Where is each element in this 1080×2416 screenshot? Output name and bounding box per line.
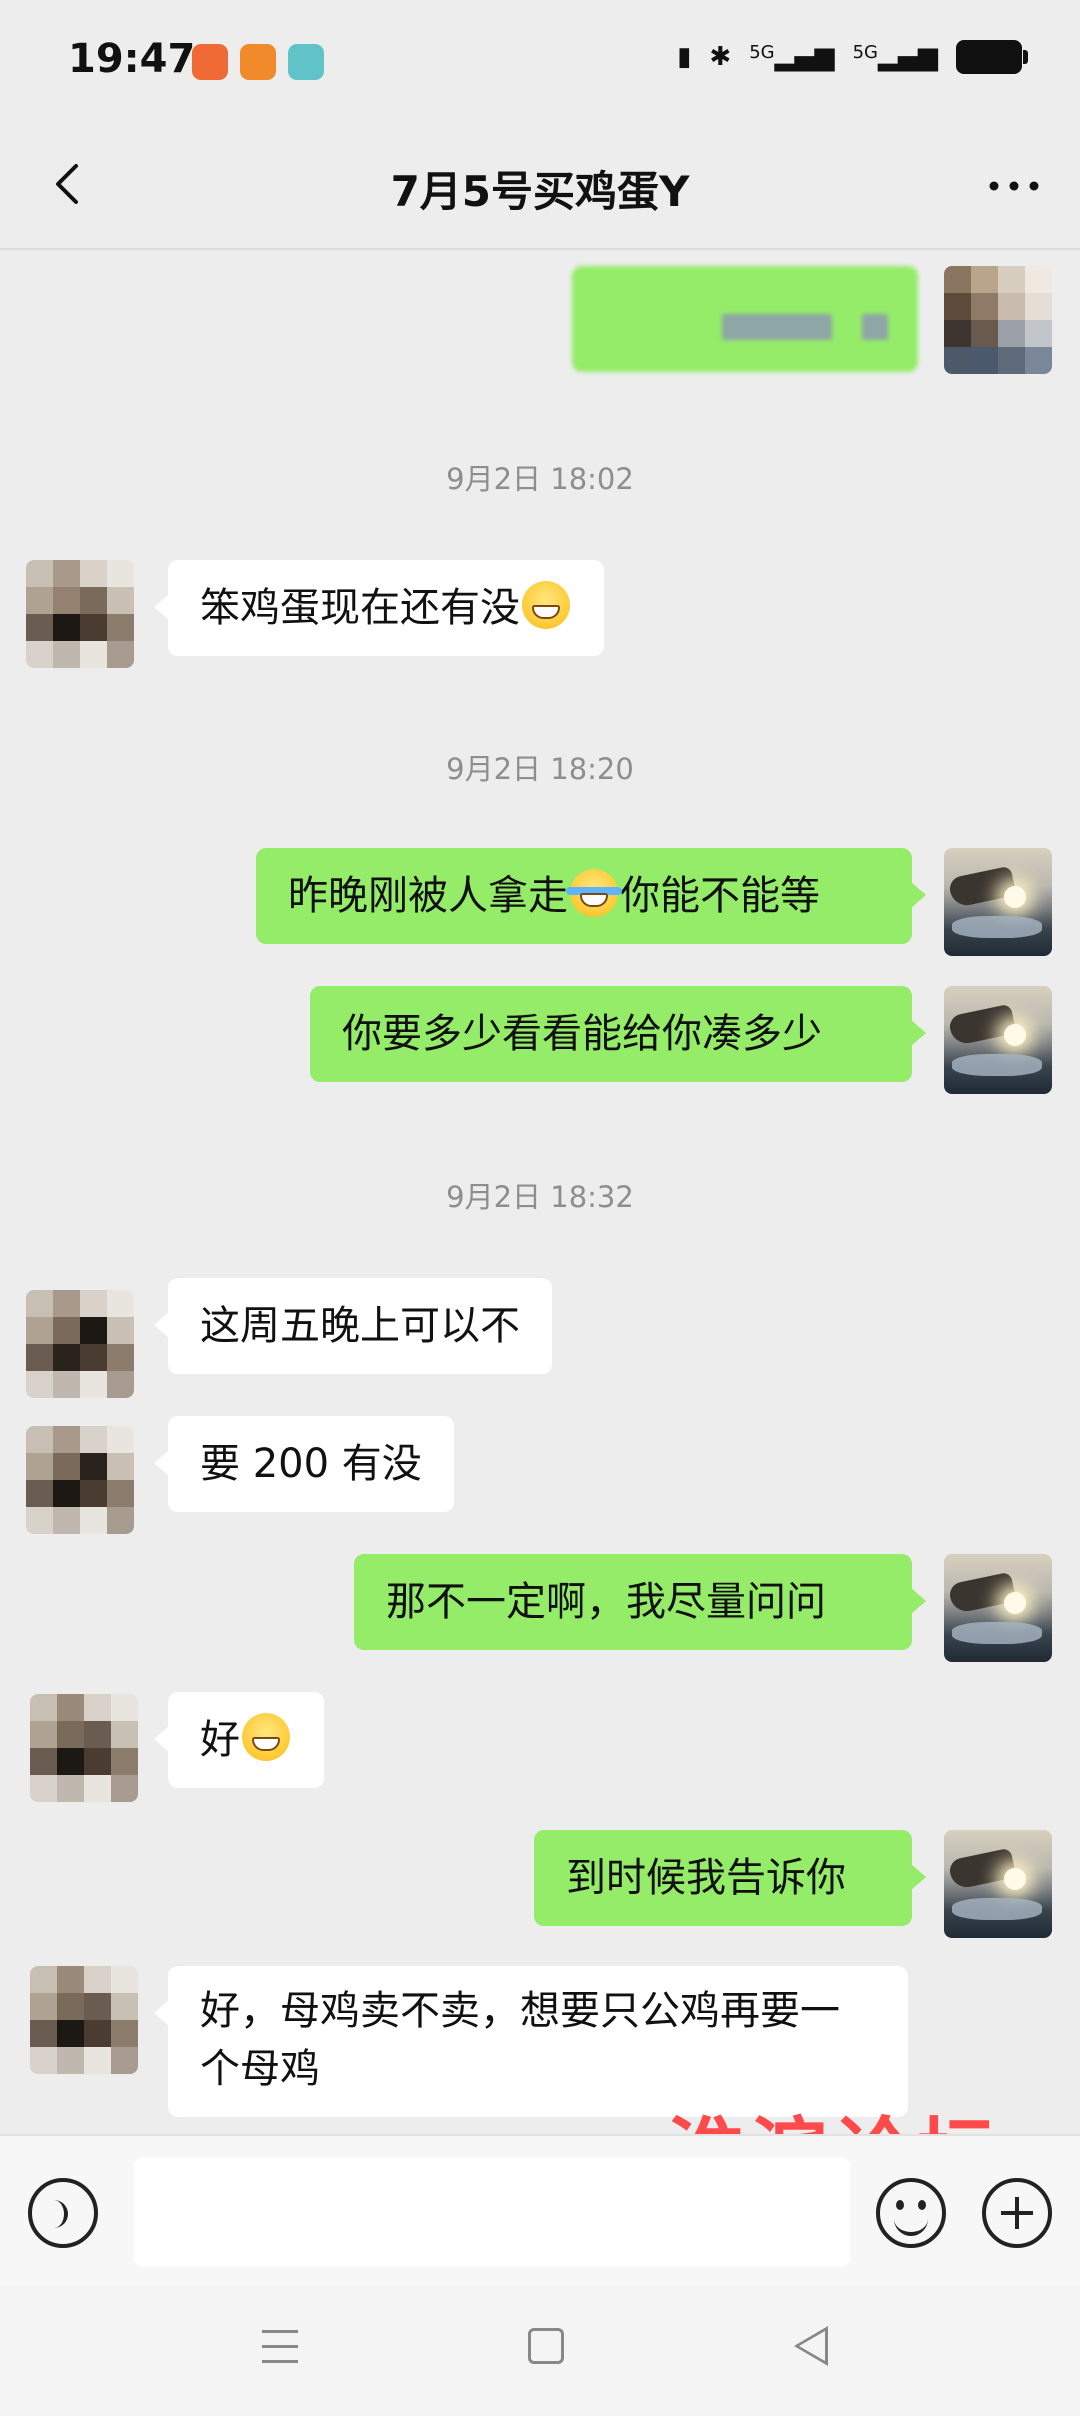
avatar-water — [952, 1054, 1042, 1076]
pixelated-content — [722, 314, 832, 340]
input-bar — [0, 2134, 1080, 2288]
avatar[interactable] — [944, 986, 1052, 1094]
message-bubble[interactable]: 那不一定啊，我尽量问问 — [354, 1554, 926, 1650]
message-input[interactable] — [134, 2158, 850, 2266]
grinning-emoji-icon — [242, 1713, 290, 1761]
battery-icon: 47 — [956, 40, 1028, 74]
message-text: 你能不能等 — [620, 873, 820, 919]
back-triangle-icon[interactable] — [794, 2326, 828, 2366]
menu-icon[interactable] — [262, 2330, 298, 2364]
avatar[interactable] — [944, 848, 1052, 956]
message-bubble[interactable]: 这周五晚上可以不 — [154, 1278, 552, 1374]
system-icons: ▮ ✱ 5G▂▄▆ 5G▂▄▆ 47 — [677, 40, 1028, 74]
avatar-sun — [1004, 1868, 1026, 1890]
emoji-icon[interactable] — [876, 2178, 946, 2248]
message-text: 你要多少看看能给你凑多少 — [342, 1011, 822, 1057]
message-text: 那不一定啊，我尽量问问 — [386, 1579, 826, 1625]
timestamp: 9月2日 18:20 — [446, 752, 634, 786]
message-bubble[interactable]: 好 — [154, 1692, 324, 1788]
app-notification-icon — [192, 44, 228, 80]
app-notification-icon — [288, 44, 324, 80]
avatar[interactable] — [944, 266, 1052, 374]
avatar-sun — [1004, 1592, 1026, 1614]
timestamp: 9月2日 18:02 — [446, 462, 634, 496]
bluetooth-icon: ✱ — [709, 42, 732, 72]
message-text: 这周五晚上可以不 — [200, 1303, 520, 1349]
grinning-emoji-icon — [522, 581, 570, 629]
message-bubble[interactable]: 到时候我告诉你 — [534, 1830, 926, 1926]
message-text: 笨鸡蛋现在还有没 — [200, 585, 520, 631]
header-divider — [0, 248, 1080, 250]
avatar-water — [952, 916, 1042, 938]
app-notification-icon — [240, 44, 276, 80]
avatar[interactable] — [944, 1554, 1052, 1662]
message-bubble[interactable]: 笨鸡蛋现在还有没 — [154, 560, 604, 656]
message-text: 要 200 有没 — [200, 1441, 422, 1487]
laughing-tears-emoji-icon — [566, 869, 622, 917]
avatar[interactable] — [30, 1966, 138, 2074]
avatar[interactable] — [26, 1290, 134, 1398]
message-bubble[interactable]: 要 200 有没 — [154, 1416, 454, 1512]
message-text: 好，母鸡卖不卖，想要只公鸡再要一个母鸡 — [200, 1988, 840, 2092]
avatar[interactable] — [944, 1830, 1052, 1938]
avatar[interactable] — [26, 560, 134, 668]
voice-input-icon[interactable] — [28, 2178, 98, 2248]
avatar-water — [952, 1622, 1042, 1644]
signal-icon: 5G▂▄▆ — [852, 42, 938, 72]
chat-header: 7月5号买鸡蛋Y — [0, 120, 1080, 248]
more-dots-icon[interactable] — [984, 156, 1044, 216]
avatar-water — [952, 1898, 1042, 1920]
vibrate-icon: ▮ — [677, 42, 692, 72]
status-bar: 19:47 ▮ ✱ 5G▂▄▆ 5G▂▄▆ 47 — [0, 0, 1080, 120]
message-text: 好 — [200, 1717, 240, 1763]
signal-icon: 5G▂▄▆ — [749, 42, 835, 72]
message-bubble[interactable]: 昨晚刚被人拿走 你能不能等 — [256, 848, 926, 944]
blurred-message — [572, 266, 918, 372]
avatar-sun — [1004, 886, 1026, 908]
home-icon[interactable] — [528, 2328, 564, 2364]
avatar-sun — [1004, 1024, 1026, 1046]
message-text: 到时候我告诉你 — [566, 1855, 846, 1901]
avatar[interactable] — [30, 1694, 138, 1802]
message-bubble[interactable]: 你要多少看看能给你凑多少 — [310, 986, 926, 1082]
chat-title: 7月5号买鸡蛋Y — [390, 167, 690, 216]
plus-icon[interactable] — [982, 2178, 1052, 2248]
timestamp: 9月2日 18:32 — [446, 1180, 634, 1214]
avatar[interactable] — [26, 1426, 134, 1534]
message-text: 昨晚刚被人拿走 — [288, 873, 568, 919]
status-time: 19:47 — [68, 36, 196, 82]
pixelated-content — [862, 314, 888, 340]
system-nav-bar — [0, 2286, 1080, 2416]
